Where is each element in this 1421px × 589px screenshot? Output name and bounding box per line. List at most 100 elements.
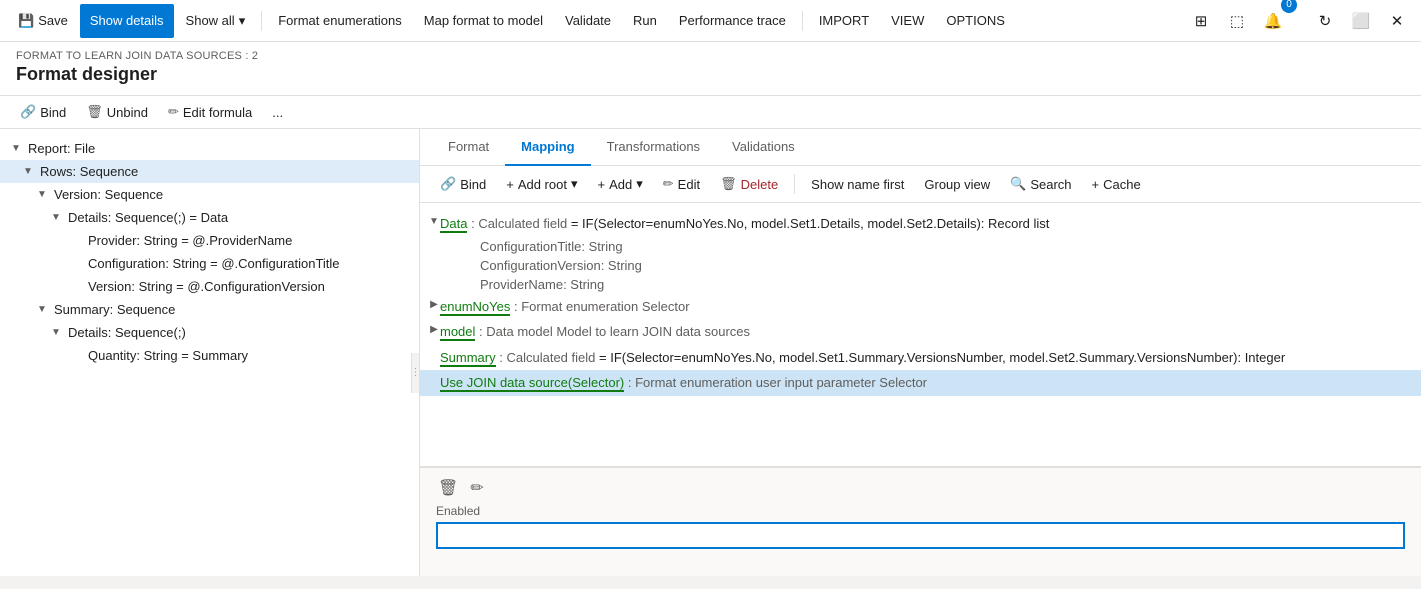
tree-toggle: ▼ xyxy=(34,189,50,200)
tree-label: Rows: Sequence xyxy=(36,162,142,181)
tree-item-rows[interactable]: ▼ Rows: Sequence xyxy=(0,160,419,183)
map-format-button[interactable]: Map format to model xyxy=(414,4,553,38)
format-enumerations-button[interactable]: Format enumerations xyxy=(268,4,412,38)
tree-item-version-str[interactable]: Version: String = @.ConfigurationVersion xyxy=(0,275,419,298)
run-button[interactable]: Run xyxy=(623,4,667,38)
edit-formula-button[interactable]: ✏ Edit formula xyxy=(160,100,260,124)
mapping-text: Data : Calculated field = IF(Selector=en… xyxy=(440,216,1049,233)
popout-button[interactable]: ⬜ xyxy=(1345,5,1377,37)
field-name: Data xyxy=(440,216,467,233)
mapping-add-button[interactable]: + Add ▾ xyxy=(590,172,651,196)
pencil-icon: ✏ xyxy=(470,480,483,497)
top-nav: 💾 Save Show details Show all ▾ Format en… xyxy=(0,0,1421,42)
office-icon-button[interactable]: ⬚ xyxy=(1221,5,1253,37)
tree-item-provider[interactable]: Provider: String = @.ProviderName xyxy=(0,229,419,252)
mapping-item-summary[interactable]: Summary : Calculated field = IF(Selector… xyxy=(420,345,1421,371)
mapping-sub-providername[interactable]: ProviderName: String xyxy=(420,275,1421,294)
mapping-item-join[interactable]: Use JOIN data source(Selector) : Format … xyxy=(420,370,1421,396)
chevron-icon2: ▾ xyxy=(636,176,643,192)
validate-button[interactable]: Validate xyxy=(555,4,621,38)
group-view-button[interactable]: Group view xyxy=(916,173,998,196)
left-toolbar: 🔗 Bind 🗑 Unbind ✏ Edit formula ... xyxy=(0,96,1421,129)
plus-icon: + xyxy=(506,177,514,192)
tree-item-summary-seq[interactable]: ▼ Summary: Sequence xyxy=(0,298,419,321)
tree-toggle: ▼ xyxy=(48,212,64,223)
mapping-toolbar: 🔗 Bind + Add root ▾ + Add ▾ ✏ Edit 🗑 Del… xyxy=(420,166,1421,203)
resize-handle[interactable]: ⋮ xyxy=(411,353,419,393)
field-formula4: = IF(Selector=enumNoYes.No, model.Set1.S… xyxy=(599,350,1285,365)
mapping-content: Data : Calculated field = IF(Selector=en… xyxy=(440,214,1409,234)
search-button[interactable]: 🔍 Search xyxy=(1002,172,1079,196)
page-header: FORMAT TO LEARN JOIN DATA SOURCES : 2 Fo… xyxy=(0,42,1421,96)
bottom-edit-button[interactable]: ✏ xyxy=(468,476,485,500)
tree-item-quantity[interactable]: Quantity: String = Summary xyxy=(0,344,419,367)
show-details-button[interactable]: Show details xyxy=(80,4,174,38)
bottom-section: 🗑 ✏ Enabled xyxy=(420,466,1421,576)
tree-label: Summary: Sequence xyxy=(50,300,179,319)
tab-bar: Format Mapping Transformations Validatio… xyxy=(420,129,1421,166)
tree-label: Version: String = @.ConfigurationVersion xyxy=(84,277,329,296)
show-all-button[interactable]: Show all ▾ xyxy=(176,4,256,38)
unbind-button[interactable]: 🗑 Unbind xyxy=(78,100,156,124)
refresh-button[interactable]: ↻ xyxy=(1309,5,1341,37)
expand-icon: ▼ xyxy=(420,214,440,227)
close-button[interactable]: ✕ xyxy=(1381,5,1413,37)
field-type2: : Format enumeration Selector xyxy=(514,299,690,314)
tree-item-report[interactable]: ▼ Report: File xyxy=(0,137,419,160)
mapping-delete-button[interactable]: 🗑 Delete xyxy=(712,172,786,196)
mapping-content2: enumNoYes : Format enumeration Selector xyxy=(440,297,1409,317)
mapping-item-enum[interactable]: ▶ enumNoYes : Format enumeration Selecto… xyxy=(420,294,1421,320)
mapping-separator xyxy=(794,174,795,194)
tree-toggle: ▼ xyxy=(48,327,64,338)
mapping-bind-button[interactable]: 🔗 Bind xyxy=(432,172,494,196)
mapping-item-data[interactable]: ▼ Data : Calculated field = IF(Selector=… xyxy=(420,211,1421,237)
tab-format[interactable]: Format xyxy=(432,129,505,166)
mapping-sub-configtitle[interactable]: ConfigurationTitle: String xyxy=(420,237,1421,256)
mapping-content3: model : Data model Model to learn JOIN d… xyxy=(440,322,1409,342)
options-button[interactable]: OPTIONS xyxy=(936,4,1015,38)
tab-mapping[interactable]: Mapping xyxy=(505,129,590,166)
grid-icon-button[interactable]: ⊞ xyxy=(1185,5,1217,37)
trash-icon: 🗑 xyxy=(438,480,458,497)
mapping-item-model[interactable]: ▶ model : Data model Model to learn JOIN… xyxy=(420,319,1421,345)
mapping-content5: Use JOIN data source(Selector) : Format … xyxy=(440,373,1409,393)
tree-label: Quantity: String = Summary xyxy=(84,346,252,365)
right-panel: Format Mapping Transformations Validatio… xyxy=(420,129,1421,576)
mapping-sub-configversion[interactable]: ConfigurationVersion: String xyxy=(420,256,1421,275)
view-button[interactable]: VIEW xyxy=(881,4,934,38)
tree-label: Report: File xyxy=(24,139,99,158)
performance-trace-button[interactable]: Performance trace xyxy=(669,4,796,38)
more-button[interactable]: ... xyxy=(264,101,291,124)
expand-icon2: ▶ xyxy=(420,297,440,310)
import-button[interactable]: IMPORT xyxy=(809,4,879,38)
tab-validations[interactable]: Validations xyxy=(716,129,811,166)
bottom-delete-button[interactable]: 🗑 xyxy=(436,476,460,500)
show-name-first-button[interactable]: Show name first xyxy=(803,173,912,196)
tab-transformations[interactable]: Transformations xyxy=(591,129,716,166)
mapping-edit-button[interactable]: ✏ Edit xyxy=(655,172,708,196)
save-button[interactable]: 💾 Save xyxy=(8,4,78,38)
mapping-area: ▼ Data : Calculated field = IF(Selector=… xyxy=(420,203,1421,466)
tree-item-version-seq[interactable]: ▼ Version: Sequence xyxy=(0,183,419,206)
expand-icon3: ▶ xyxy=(420,322,440,335)
tree-item-details-seq2[interactable]: ▼ Details: Sequence(;) xyxy=(0,321,419,344)
mapping-text3: model : Data model Model to learn JOIN d… xyxy=(440,324,750,341)
notification-container: 🔔 0 xyxy=(1257,5,1305,37)
nav-separator-2 xyxy=(802,11,803,31)
cache-button[interactable]: + Cache xyxy=(1084,173,1149,196)
field-formula: = IF(Selector=enumNoYes.No, model.Set1.D… xyxy=(571,216,1050,231)
mapping-text2: enumNoYes : Format enumeration Selector xyxy=(440,299,690,316)
tree-item-details-seq[interactable]: ▼ Details: Sequence(;) = Data xyxy=(0,206,419,229)
bind-button[interactable]: 🔗 Bind xyxy=(12,100,74,124)
breadcrumb: FORMAT TO LEARN JOIN DATA SOURCES : 2 xyxy=(16,50,1405,62)
tree-label: Configuration: String = @.ConfigurationT… xyxy=(84,254,344,273)
tree-item-configuration[interactable]: Configuration: String = @.ConfigurationT… xyxy=(0,252,419,275)
plus-icon2: + xyxy=(598,177,606,192)
field-type: : Calculated field xyxy=(471,216,567,231)
search-icon: 🔍 xyxy=(1010,176,1026,192)
mapping-add-root-button[interactable]: + Add root ▾ xyxy=(498,172,585,196)
link-icon: 🔗 xyxy=(440,176,456,192)
bottom-input[interactable] xyxy=(436,522,1405,549)
tree-label: Details: Sequence(;) = Data xyxy=(64,208,232,227)
tree-label: Provider: String = @.ProviderName xyxy=(84,231,296,250)
